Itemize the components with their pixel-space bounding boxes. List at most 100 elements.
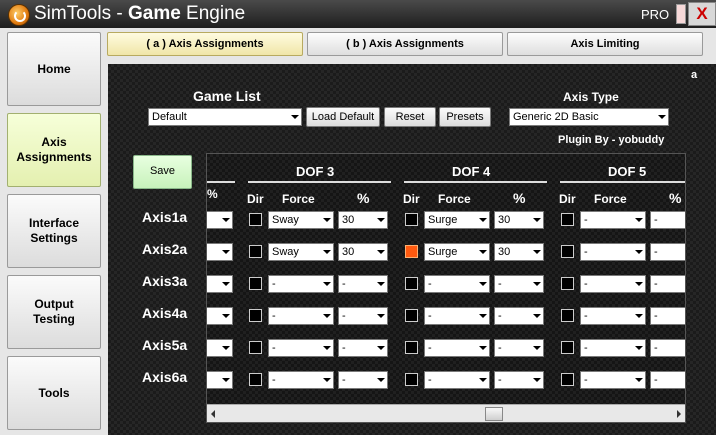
partial-percent-select[interactable] xyxy=(207,371,233,389)
scroll-thumb[interactable] xyxy=(485,407,503,421)
dof3-dir-header: Dir xyxy=(247,192,264,206)
dof5-percent-select[interactable]: - xyxy=(650,307,685,325)
partial-percent-select[interactable] xyxy=(207,243,233,261)
dof5-force-select[interactable]: - xyxy=(580,211,646,229)
dof3-dir-checkbox[interactable] xyxy=(249,341,262,354)
sidebar-item-axis-assignments[interactable]: Axis Assignments xyxy=(7,113,101,187)
dof5-force-select[interactable]: - xyxy=(580,371,646,389)
force-value: - xyxy=(584,246,588,258)
dof4-force-select[interactable]: Surge xyxy=(424,211,490,229)
dof4-percent-select[interactable]: 30 xyxy=(494,211,544,229)
dof5-dir-checkbox[interactable] xyxy=(561,245,574,258)
load-default-button[interactable]: Load Default xyxy=(306,107,380,127)
percent-value: - xyxy=(498,310,502,322)
axis-label: Axis2a xyxy=(142,241,188,257)
dof5-dir-checkbox[interactable] xyxy=(561,309,574,322)
game-list-select[interactable]: Default xyxy=(148,108,302,126)
axis-assignment-grid[interactable]: % DOF 3 Dir Force % DOF 4 Dir Force % DO… xyxy=(206,153,686,423)
dof3-dir-checkbox[interactable] xyxy=(249,373,262,386)
sidebar-item-output-testing[interactable]: Output Testing xyxy=(7,275,101,349)
dof3-force-select[interactable]: - xyxy=(268,339,334,357)
presets-button[interactable]: Presets xyxy=(439,107,491,127)
dof4-dir-checkbox[interactable] xyxy=(405,245,418,258)
dof3-force-select[interactable]: Sway xyxy=(268,243,334,261)
scroll-left-arrow-icon[interactable] xyxy=(211,410,215,418)
edition-label: PRO xyxy=(641,7,670,22)
chevron-down-icon xyxy=(222,314,230,318)
dof3-dir-checkbox[interactable] xyxy=(249,309,262,322)
partial-percent-select[interactable] xyxy=(207,275,233,293)
dof4-force-select[interactable]: - xyxy=(424,275,490,293)
dof5-percent-select[interactable]: - xyxy=(650,371,685,389)
force-value: - xyxy=(272,374,276,386)
scroll-right-arrow-icon[interactable] xyxy=(677,410,681,418)
dof4-percent-select[interactable]: - xyxy=(494,339,544,357)
dof4-force-select[interactable]: - xyxy=(424,371,490,389)
dof3-percent-select[interactable]: - xyxy=(338,307,388,325)
sidebar-item-home[interactable]: Home xyxy=(7,32,101,106)
percent-value: - xyxy=(654,278,658,290)
dof5-percent-select[interactable]: - xyxy=(650,243,685,261)
partial-percent-select[interactable] xyxy=(207,211,233,229)
dof4-dir-checkbox[interactable] xyxy=(405,309,418,322)
partial-percent-select[interactable] xyxy=(207,307,233,325)
dof4-percent-select[interactable]: - xyxy=(494,275,544,293)
axis-type-select[interactable]: Generic 2D Basic xyxy=(509,108,669,126)
reset-button[interactable]: Reset xyxy=(384,107,436,127)
tab-axis-assignments-a[interactable]: ( a ) Axis Assignments xyxy=(107,32,303,56)
dof4-dir-checkbox[interactable] xyxy=(405,341,418,354)
save-button[interactable]: Save xyxy=(133,155,192,189)
chevron-down-icon xyxy=(635,346,643,350)
dof3-percent-select[interactable]: 30 xyxy=(338,243,388,261)
force-value: Surge xyxy=(428,246,458,258)
minimize-button[interactable] xyxy=(676,4,686,24)
sidebar-item-tools[interactable]: Tools xyxy=(7,356,101,430)
dof3-force-select[interactable]: - xyxy=(268,371,334,389)
dof4-dir-checkbox[interactable] xyxy=(405,213,418,226)
tab-axis-limiting[interactable]: Axis Limiting xyxy=(507,32,703,56)
dof3-dir-checkbox[interactable] xyxy=(249,213,262,226)
dof5-percent-select[interactable]: - xyxy=(650,211,685,229)
force-value: Surge xyxy=(428,214,458,226)
dof3-force-select[interactable]: - xyxy=(268,307,334,325)
dof5-force-select[interactable]: - xyxy=(580,307,646,325)
dof5-force-select[interactable]: - xyxy=(580,243,646,261)
force-value: - xyxy=(584,278,588,290)
dof5-dir-checkbox[interactable] xyxy=(561,213,574,226)
dof4-force-select[interactable]: - xyxy=(424,307,490,325)
dof4-force-select[interactable]: - xyxy=(424,339,490,357)
percent-value: - xyxy=(654,214,658,226)
dof5-percent-select[interactable]: - xyxy=(650,339,685,357)
dof3-percent-select[interactable]: - xyxy=(338,275,388,293)
dof4-dir-checkbox[interactable] xyxy=(405,277,418,290)
dof3-percent-select[interactable]: - xyxy=(338,339,388,357)
close-button[interactable]: X xyxy=(688,2,716,26)
partial-percent-select[interactable] xyxy=(207,339,233,357)
dof5-dir-checkbox[interactable] xyxy=(561,341,574,354)
chevron-down-icon xyxy=(533,314,541,318)
dof3-dir-checkbox[interactable] xyxy=(249,245,262,258)
dof3-force-select[interactable]: Sway xyxy=(268,211,334,229)
dof5-force-select[interactable]: - xyxy=(580,339,646,357)
dof3-percent-select[interactable]: - xyxy=(338,371,388,389)
chevron-down-icon xyxy=(323,314,331,318)
dof4-percent-select[interactable]: - xyxy=(494,307,544,325)
dof5-dir-checkbox[interactable] xyxy=(561,373,574,386)
dof4-force-select[interactable]: Surge xyxy=(424,243,490,261)
dof3-dir-checkbox[interactable] xyxy=(249,277,262,290)
dof3-percent-select[interactable]: 30 xyxy=(338,211,388,229)
dof5-dir-checkbox[interactable] xyxy=(561,277,574,290)
dof3-force-select[interactable]: - xyxy=(268,275,334,293)
dof5-percent-select[interactable]: - xyxy=(650,275,685,293)
sidebar-item-interface-settings[interactable]: Interface Settings xyxy=(7,194,101,268)
dof-divider xyxy=(560,181,685,183)
force-value: - xyxy=(272,310,276,322)
dof5-title: DOF 5 xyxy=(608,164,647,179)
horizontal-scrollbar[interactable] xyxy=(207,404,685,422)
axis-type-value: Generic 2D Basic xyxy=(513,111,599,123)
dof4-percent-select[interactable]: 30 xyxy=(494,243,544,261)
dof4-percent-select[interactable]: - xyxy=(494,371,544,389)
dof5-force-select[interactable]: - xyxy=(580,275,646,293)
dof4-dir-checkbox[interactable] xyxy=(405,373,418,386)
tab-axis-assignments-b[interactable]: ( b ) Axis Assignments xyxy=(307,32,503,56)
